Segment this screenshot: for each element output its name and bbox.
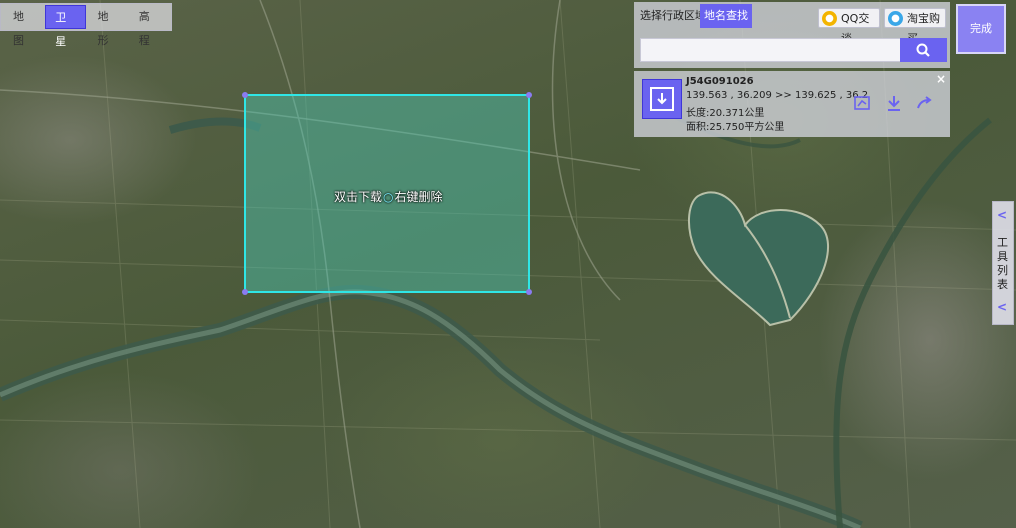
zoom-extent-icon [854,96,870,110]
cursor-icon: ○ [383,190,394,204]
download-arrow-icon [650,87,674,111]
share-arrow-icon [917,96,932,109]
result-length: 长度:20.371公里 [686,108,765,119]
corner-handle-top-left[interactable] [242,92,248,98]
chevron-left-icon-bottom: < [997,300,1008,314]
chevron-left-icon: < [997,208,1008,222]
result-coordinates: 139.563 , 36.209 >> 139.625 , 36.2 [686,90,869,101]
map-layer-tabs: 地图 卫星 地形 高程 [0,3,172,48]
search-panel: 选择行政区域 地名查找 ● QQ交谈 ● 淘宝购买 [634,2,950,68]
selection-rectangle[interactable]: 双击下载○右键删除 [242,92,532,295]
search-button[interactable] [900,38,947,62]
search-icon [916,43,930,57]
tab-satellite[interactable]: 卫星 [45,5,86,48]
result-card: J54G091026 139.563 , 36.209 >> 139.625 ,… [634,71,950,137]
download-icon [888,96,900,111]
hint-right-click: 右键删除 [394,190,443,204]
taobao-buy-button[interactable]: ● 淘宝购买 [884,8,946,45]
tab-terrain[interactable]: 地形 [89,5,127,47]
tools-list-tab[interactable]: < 工具列表 < [992,201,1014,325]
tab-elevation[interactable]: 高程 [130,5,168,47]
close-icon[interactable]: × [936,72,946,86]
tab-map[interactable]: 地图 [4,5,42,47]
corner-handle-top-right[interactable] [526,92,532,98]
corner-handle-bottom-right[interactable] [526,289,532,295]
finish-button[interactable]: 完成 [956,4,1006,54]
river [0,284,863,528]
taobao-icon: ● [888,11,903,26]
download-tile-button[interactable] [642,79,682,119]
reservoir [688,191,830,327]
share-button[interactable] [914,93,934,113]
download-button[interactable] [884,93,904,113]
tab-place-search[interactable]: 地名查找 [700,4,752,28]
tab-select-region[interactable]: 选择行政区域 [636,4,710,28]
zoom-to-extent-button[interactable] [852,93,872,113]
selection-hint: 双击下载○右键删除 [334,188,443,205]
tools-list-label: 工具列表 [997,236,1008,291]
corner-handle-bottom-left[interactable] [242,289,248,295]
search-input[interactable] [640,38,902,62]
result-code: J54G091026 [686,76,754,87]
result-area: 面积:25.750平方公里 [686,122,785,133]
qq-chat-button[interactable]: ● QQ交谈 [818,8,880,45]
qq-icon: ● [822,11,837,26]
hint-double-click: 双击下载 [334,190,383,204]
